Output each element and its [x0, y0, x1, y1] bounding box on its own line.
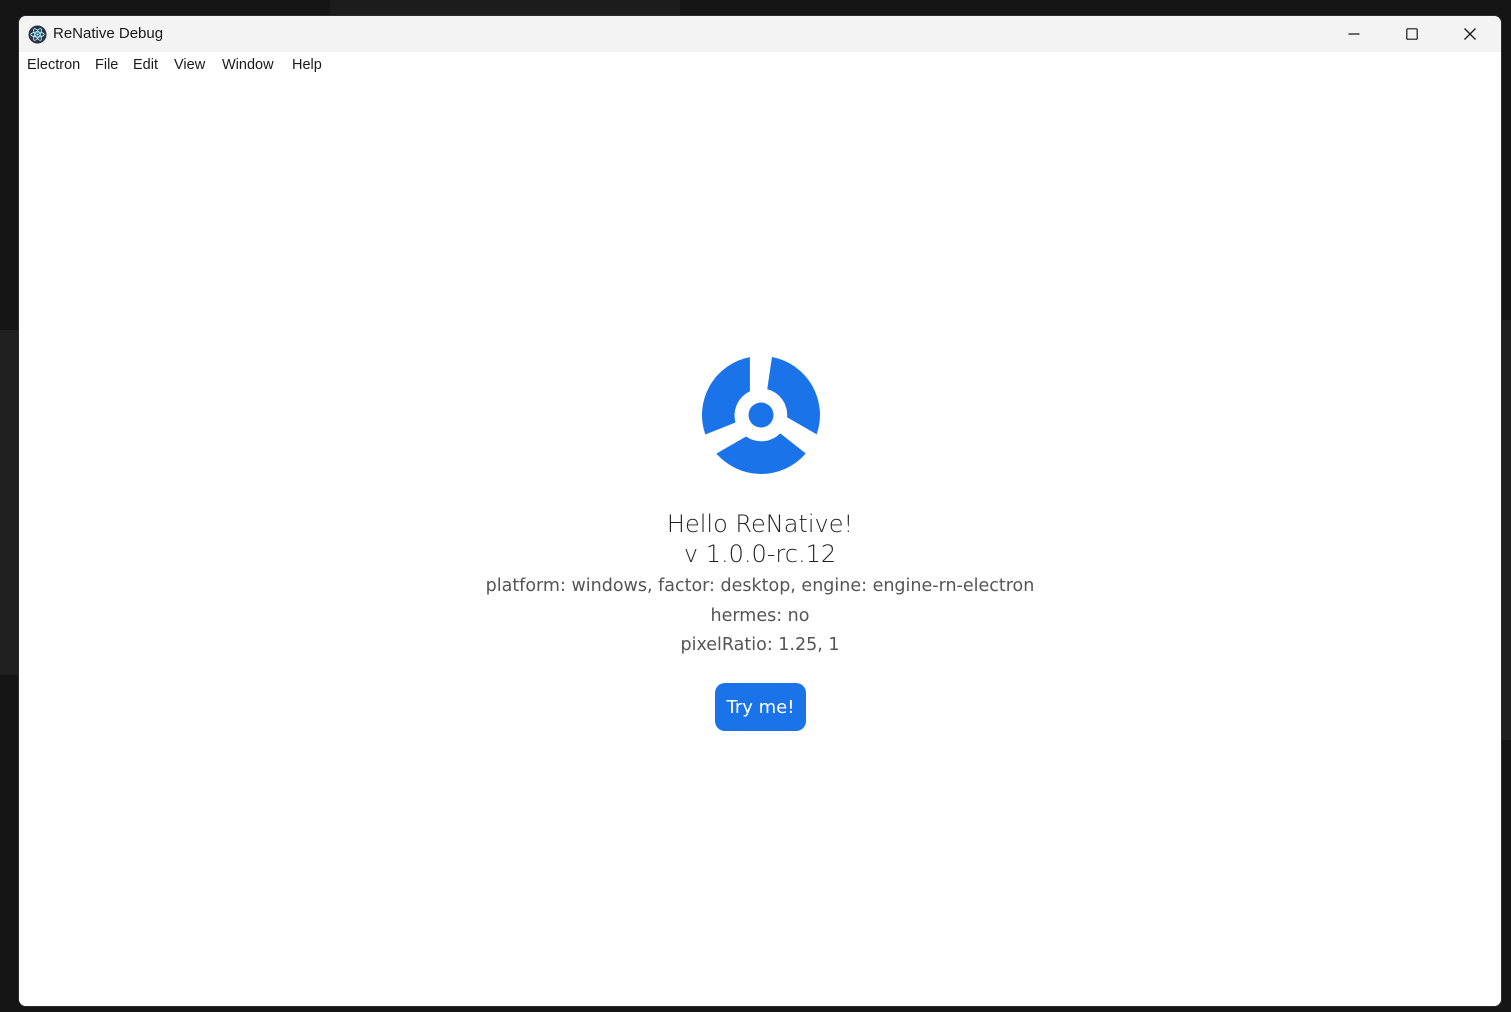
- background-window-top: [330, 0, 680, 16]
- try-me-button-label: Try me!: [726, 696, 795, 718]
- electron-atom-icon: [28, 25, 47, 44]
- menu-electron[interactable]: Electron: [27, 57, 80, 73]
- maximize-icon: [1406, 28, 1418, 40]
- menu-file[interactable]: File: [95, 57, 118, 73]
- menu-edit[interactable]: Edit: [133, 57, 158, 73]
- greeting-text: Hello ReNative!: [666, 510, 854, 538]
- renative-logo-icon: [702, 357, 820, 474]
- try-me-button[interactable]: Try me!: [715, 683, 806, 731]
- menu-help[interactable]: Help: [292, 57, 322, 73]
- menu-bar: Electron File Edit View Window Help: [19, 52, 1501, 80]
- window-title: ReNative Debug: [53, 25, 164, 42]
- app-window: ReNative Debug Electron File Edit View W…: [19, 16, 1501, 1006]
- maximize-button[interactable]: [1383, 16, 1441, 52]
- background-window-left: [0, 330, 19, 675]
- menu-view[interactable]: View: [174, 57, 205, 73]
- version-text: v 1.0.0-rc.12: [683, 540, 837, 568]
- minimize-button[interactable]: [1325, 16, 1383, 52]
- desktop-background: ReNative Debug Electron File Edit View W…: [0, 0, 1511, 1012]
- minimize-icon: [1348, 33, 1360, 35]
- hermes-info-text: hermes: no: [710, 606, 810, 626]
- platform-info-text: platform: windows, factor: desktop, engi…: [485, 576, 1035, 596]
- background-window-right: [1501, 320, 1511, 740]
- close-button[interactable]: [1441, 16, 1499, 52]
- close-icon: [1464, 28, 1476, 40]
- title-bar[interactable]: ReNative Debug: [19, 16, 1501, 52]
- app-content: Hello ReNative! v 1.0.0-rc.12 platform: …: [19, 80, 1501, 1006]
- pixel-ratio-text: pixelRatio: 1.25, 1: [680, 635, 840, 655]
- menu-window[interactable]: Window: [222, 57, 274, 73]
